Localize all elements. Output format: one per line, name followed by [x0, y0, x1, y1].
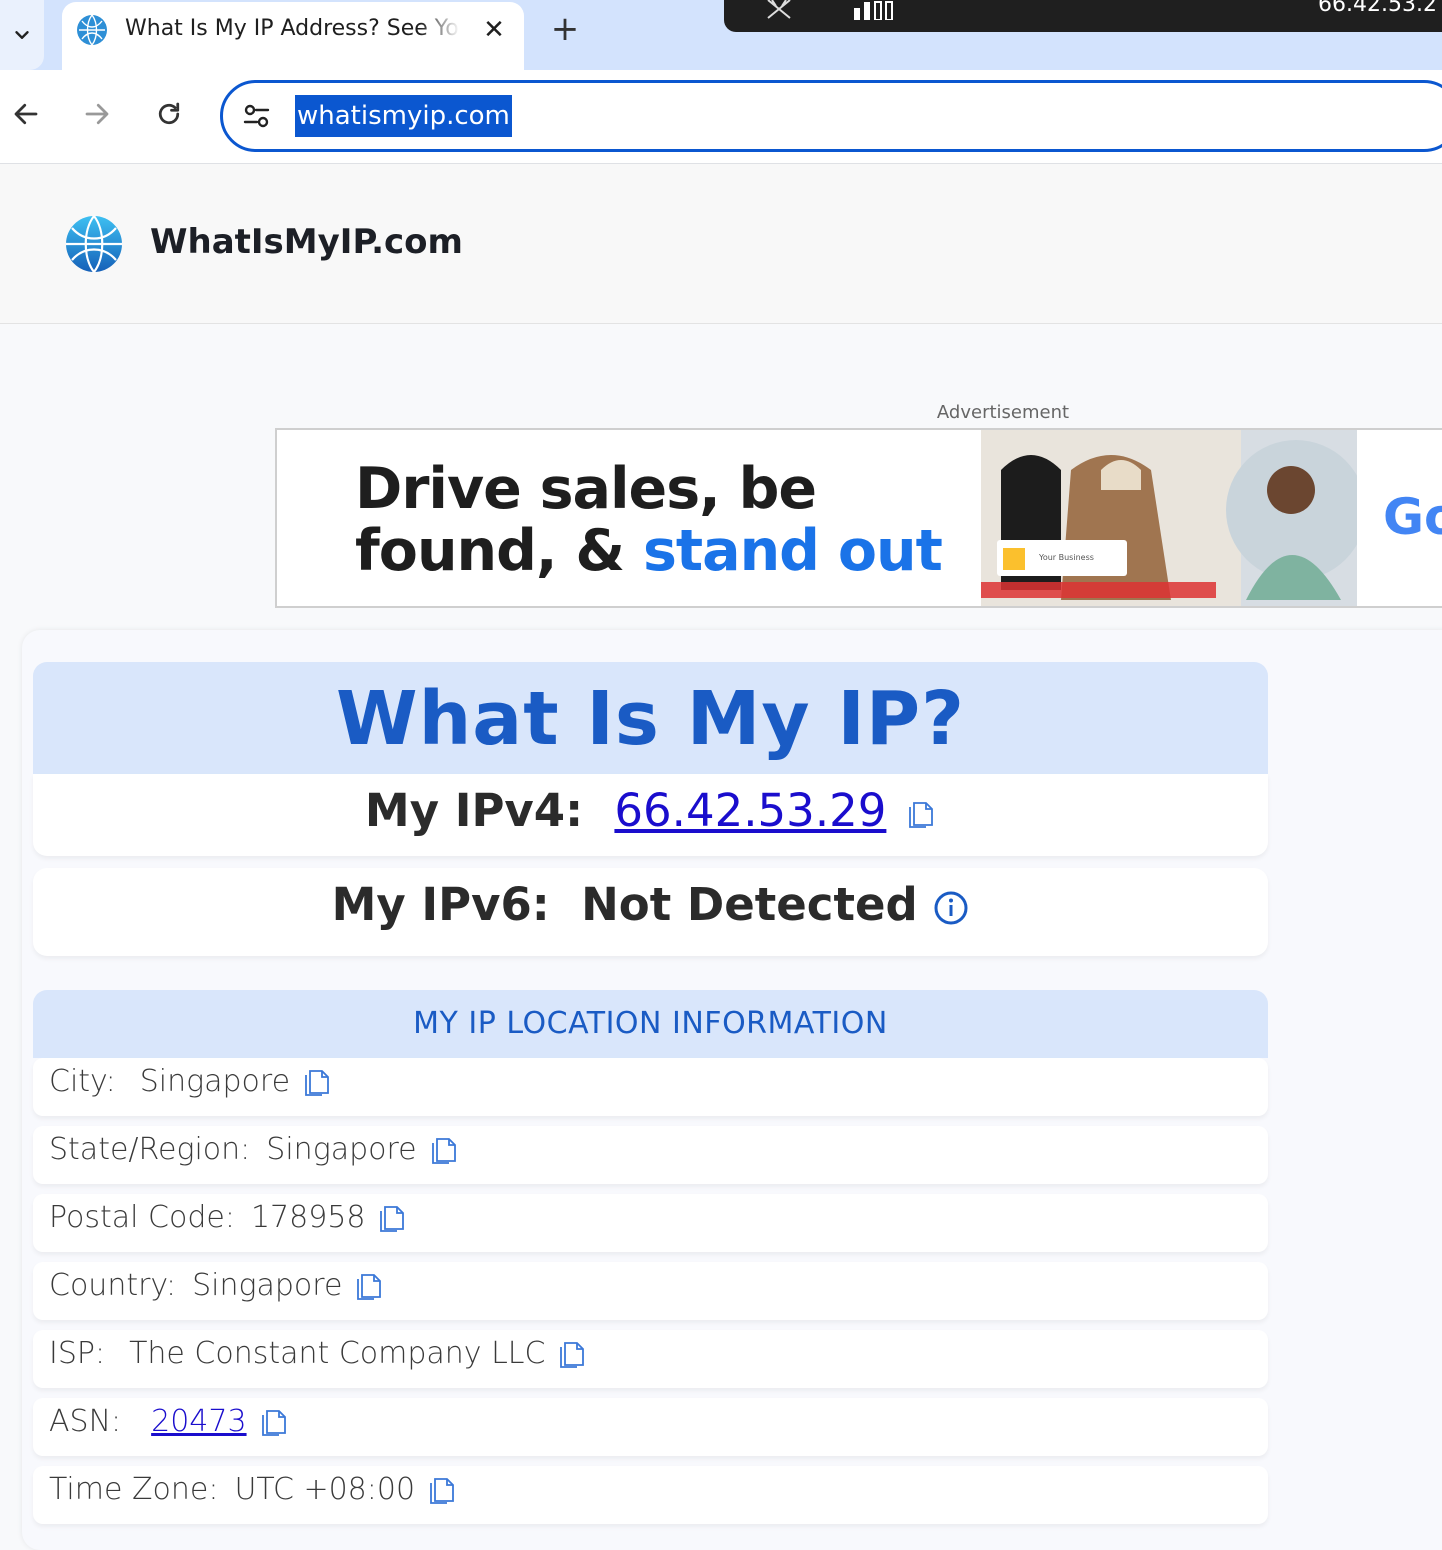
arrow-right-icon	[85, 103, 109, 125]
ipv6-row: My IPv6: Not Detected	[33, 868, 1268, 956]
new-tab-button[interactable]: +	[548, 12, 582, 48]
ipv4-line: My IPv4: 66.42.53.29	[33, 784, 1268, 837]
city-value: Singapore	[139, 1064, 291, 1099]
timezone-row: Time Zone: UTC +08:00	[33, 1466, 1268, 1524]
postal-label: Postal Code:	[49, 1200, 235, 1235]
site-favicon-icon	[77, 14, 107, 46]
copy-icon[interactable]	[423, 1473, 457, 1507]
copy-icon[interactable]	[553, 1337, 587, 1371]
site-settings-icon[interactable]	[241, 100, 273, 132]
country-row: Country: Singapore	[33, 1262, 1268, 1320]
location-title: MY IP LOCATION INFORMATION	[413, 1006, 888, 1041]
location-header: MY IP LOCATION INFORMATION	[33, 990, 1268, 1058]
city-label: City:	[49, 1064, 116, 1099]
asn-link[interactable]: 20473	[151, 1404, 246, 1439]
chevron-down-icon	[15, 31, 29, 39]
ad-image: Your Business	[981, 430, 1357, 606]
isp-value: The Constant Company LLC	[129, 1336, 546, 1371]
tab-close-icon[interactable]: ✕	[480, 14, 508, 46]
reload-icon	[158, 102, 180, 125]
site-header: WhatIsMyIP.com	[0, 164, 1442, 324]
copy-icon[interactable]	[425, 1133, 459, 1167]
copy-icon[interactable]	[255, 1405, 289, 1439]
ipv6-line: My IPv6: Not Detected	[33, 878, 1268, 931]
reload-button[interactable]	[149, 94, 189, 134]
timezone-value: UTC +08:00	[234, 1472, 416, 1507]
ad-headline-highlight: stand out	[642, 518, 943, 584]
ad-brand-text: Go	[1383, 488, 1442, 546]
copy-icon[interactable]	[298, 1065, 332, 1099]
timezone-label: Time Zone:	[49, 1472, 219, 1507]
browser-tab-active[interactable]: What Is My IP Address? See Your Public A…	[62, 2, 524, 70]
site-name[interactable]: WhatIsMyIP.com	[150, 222, 463, 262]
ad-banner[interactable]: Drive sales, be found, & stand out Your …	[275, 428, 1442, 608]
hero-header: What Is My IP?	[33, 662, 1268, 774]
ipv4-link[interactable]: 66.42.53.29	[614, 784, 886, 837]
ad-headline-line2: found, & stand out	[355, 518, 943, 584]
city-row: City: Singapore	[33, 1058, 1268, 1116]
copy-icon[interactable]	[902, 797, 936, 831]
ipv4-row: My IPv4: 66.42.53.29	[33, 774, 1268, 856]
state-label: State/Region:	[49, 1132, 251, 1167]
postal-value: 178958	[250, 1200, 366, 1235]
ad-label: Advertisement	[936, 402, 1070, 423]
ipv4-label: My IPv4:	[364, 784, 584, 837]
info-icon[interactable]	[933, 890, 969, 926]
ad-headline-line1: Drive sales, be	[355, 456, 817, 522]
arrow-left-icon	[14, 103, 38, 125]
copy-icon[interactable]	[373, 1201, 407, 1235]
state-value: Singapore	[266, 1132, 417, 1167]
signal-icon	[854, 1, 893, 20]
page-title: What Is My IP?	[335, 676, 966, 762]
forward-button[interactable]	[77, 94, 117, 134]
back-button[interactable]	[6, 94, 46, 134]
browser-toolbar: whatismyip.com	[0, 70, 1442, 164]
ipv6-value: Not Detected	[581, 878, 918, 931]
unpin-icon[interactable]	[762, 0, 796, 20]
ipv6-label: My IPv6:	[331, 878, 550, 931]
asn-row: ASN: 20473	[33, 1398, 1268, 1456]
site-logo-icon[interactable]	[64, 214, 124, 274]
country-value: Singapore	[192, 1268, 343, 1303]
ad-headline-part: found, &	[355, 518, 643, 584]
country-label: Country:	[49, 1268, 177, 1303]
tab-strip: What Is My IP Address? See Your Public A…	[0, 0, 1442, 70]
tab-title: What Is My IP Address? See Your Public A…	[125, 16, 460, 41]
address-bar[interactable]: whatismyip.com	[220, 80, 1442, 152]
isp-row: ISP: The Constant Company LLC	[33, 1330, 1268, 1388]
asn-label: ASN:	[49, 1404, 122, 1439]
isp-label: ISP:	[49, 1336, 106, 1371]
state-row: State/Region: Singapore	[33, 1126, 1268, 1184]
tab-search-button[interactable]	[0, 0, 44, 70]
postal-row: Postal Code: 178958	[33, 1194, 1268, 1252]
ad-badge-text: Your Business	[1038, 553, 1094, 562]
copy-icon[interactable]	[350, 1269, 384, 1303]
url-text[interactable]: whatismyip.com	[295, 95, 512, 137]
overlay-ip-text: 66.42.53.2	[1318, 0, 1437, 17]
vpn-overlay-bar: 66.42.53.2	[724, 0, 1442, 32]
